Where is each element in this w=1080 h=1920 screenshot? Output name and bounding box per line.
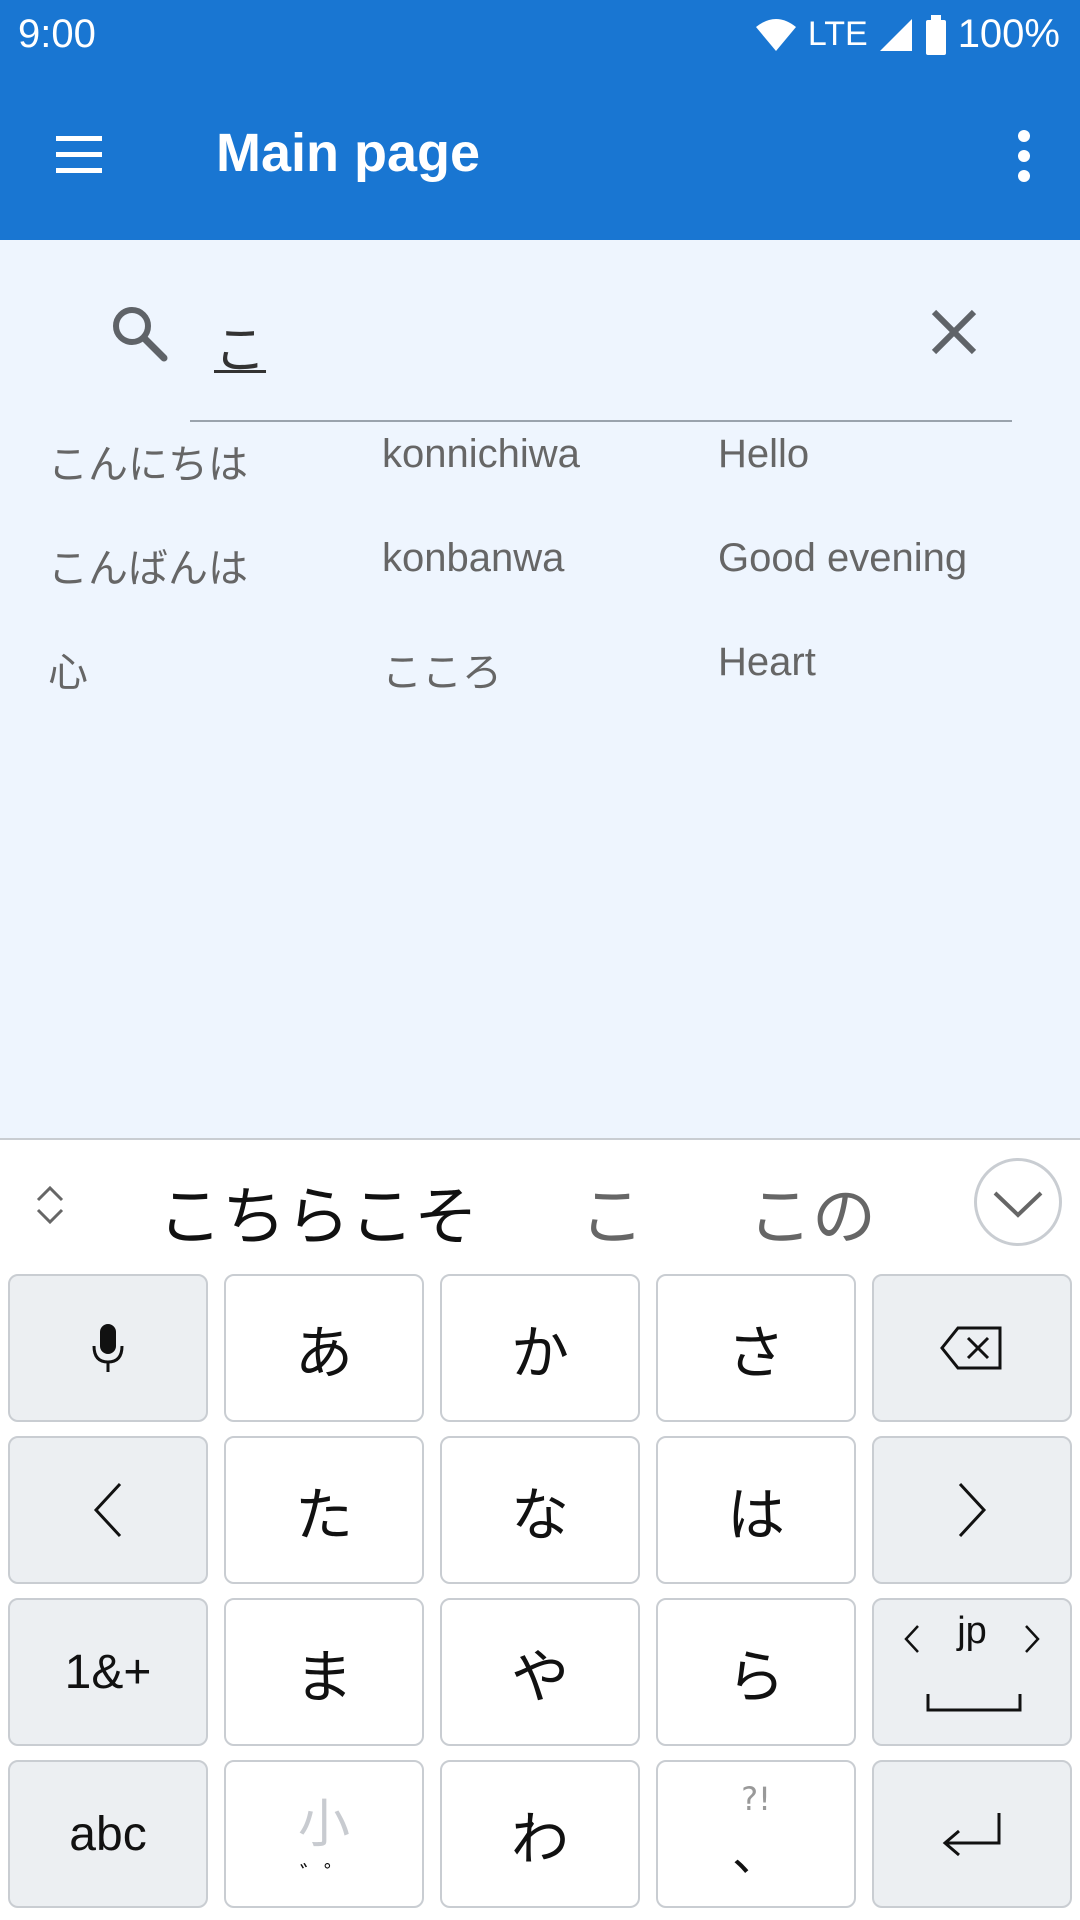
list-item[interactable]: こんにちは konnichiwa Hello [0,410,1080,510]
result-romaji: konnichiwa [382,432,580,476]
dakuten-marks: ゛゜ [300,1861,348,1889]
result-english: Good evening [718,536,968,580]
mic-key[interactable] [8,1274,208,1422]
key-grid: あ か さ た な は 1&+ ま や ら jp abc 小 ゛゜ わ ?! 、 [0,1268,1080,1920]
expand-collapse-icon[interactable] [30,1180,70,1230]
enter-key[interactable] [872,1760,1072,1908]
battery-icon [925,14,946,55]
page-title: Main page [216,123,481,183]
key-a[interactable]: あ [224,1274,424,1422]
punct-hint: ?! [741,1780,771,1818]
network-type: LTE [807,15,868,53]
key-ra[interactable]: ら [656,1598,856,1746]
candidate-2[interactable]: こ [580,1166,644,1258]
result-english: Hello [718,432,810,476]
enter-icon [942,1813,1001,1857]
space-bar-icon [926,1694,1022,1712]
more-vert-icon[interactable] [1004,120,1044,192]
menu-icon[interactable] [46,124,110,188]
signal-icon [879,18,912,51]
status-bar: 9:00 LTE 100% [0,0,1080,72]
key-ha[interactable]: は [656,1436,856,1584]
result-romaji: konbanwa [382,536,565,580]
key-ka[interactable]: か [440,1274,640,1422]
key-ta[interactable]: た [224,1436,424,1584]
battery-percent: 100% [957,12,1060,56]
main-content: こ こんにちは konnichiwa Hello こんばんは konbanwa … [0,240,1080,1140]
close-icon[interactable] [926,304,982,360]
status-icons: LTE 100% [754,12,1060,57]
chevron-left-icon [93,1482,122,1538]
symbols-label: 1&+ [64,1645,152,1699]
result-romaji: こころ [382,651,502,695]
search-icon[interactable] [110,304,168,362]
search-bar: こ [110,280,1012,422]
status-time: 9:00 [18,12,96,56]
wifi-icon [755,18,796,51]
key-wa[interactable]: わ [440,1760,640,1908]
chevron-right-icon [958,1482,987,1538]
list-item[interactable]: こんばんは konbanwa Good evening [0,514,1080,614]
punctuation-key[interactable]: ?! 、 [656,1760,856,1908]
chevron-down-icon[interactable] [974,1158,1062,1246]
backspace-key[interactable] [872,1274,1072,1422]
search-query: こ [214,321,267,381]
space-key[interactable]: jp [872,1598,1072,1746]
chevron-right-icon [1025,1625,1040,1653]
cursor-right-key[interactable] [872,1436,1072,1584]
candidate-1[interactable]: こちらこそ [158,1166,478,1258]
punct-label: 、 [731,1826,780,1882]
result-japanese: こんばんは [48,547,248,591]
result-japanese: 心 [48,651,88,695]
abc-label: abc [69,1807,147,1861]
soft-keyboard: こちらこそ こ この あ か さ た な は 1&+ ま や ら jp abc … [0,1138,1080,1920]
app-bar: Main page [0,72,1080,240]
cursor-left-key[interactable] [8,1436,208,1584]
backspace-icon [940,1326,1002,1370]
small-kana-key[interactable]: 小 ゛゜ [224,1760,424,1908]
list-item[interactable]: 心 こころ Heart [0,618,1080,718]
key-ya[interactable]: や [440,1598,640,1746]
search-input[interactable]: こ [214,308,814,383]
abc-key[interactable]: abc [8,1760,208,1908]
small-kana-label: 小 [297,1795,350,1855]
candidate-3[interactable]: この [748,1166,876,1258]
result-japanese: こんにちは [48,443,248,487]
key-ma[interactable]: ま [224,1598,424,1746]
candidate-bar: こちらこそ こ この [0,1138,1080,1270]
mic-icon [92,1324,124,1372]
key-na[interactable]: な [440,1436,640,1584]
key-sa[interactable]: さ [656,1274,856,1422]
symbols-key[interactable]: 1&+ [8,1598,208,1746]
result-english: Heart [718,640,816,684]
